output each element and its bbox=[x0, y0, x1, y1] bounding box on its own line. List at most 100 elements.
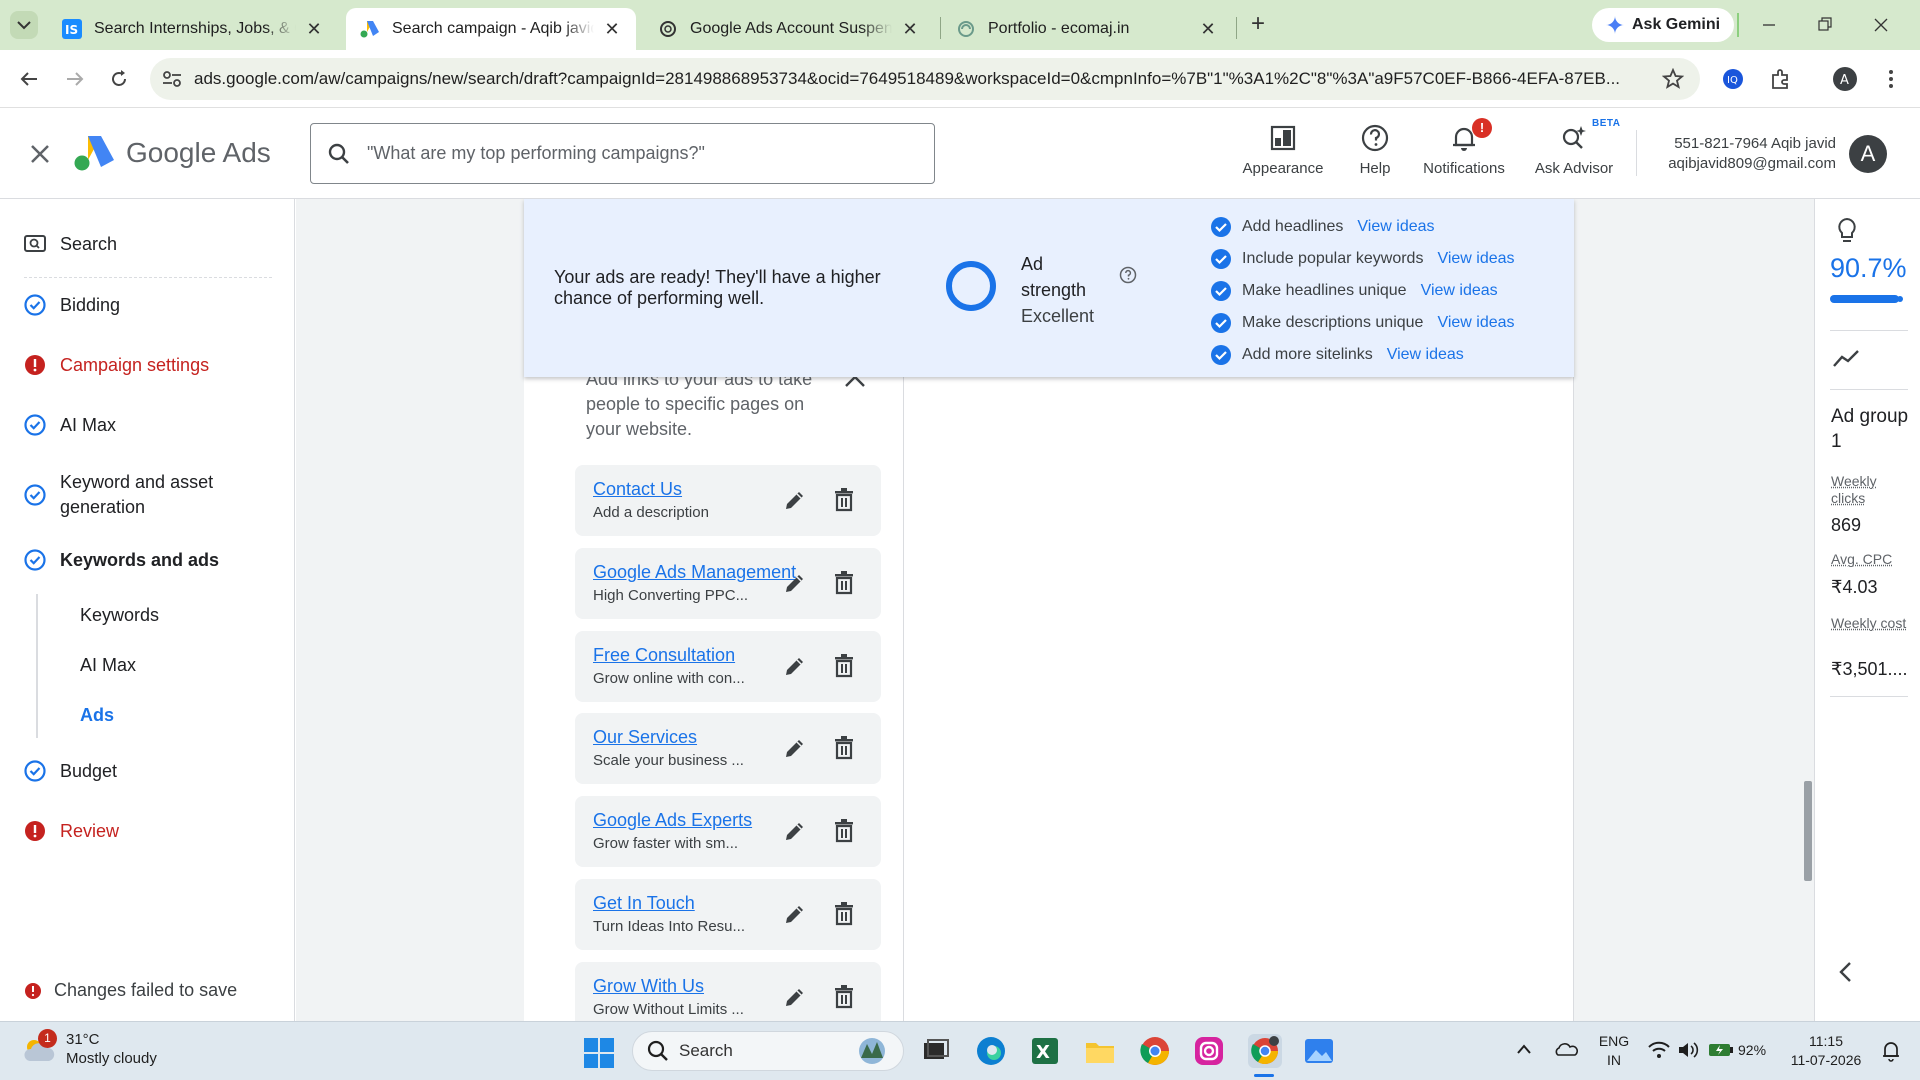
sitelink-card[interactable]: Grow With Us Grow Without Limits ... bbox=[575, 962, 881, 1021]
ask-advisor-button[interactable]: BETA Ask Advisor bbox=[1526, 118, 1622, 177]
avatar[interactable]: A bbox=[1849, 135, 1887, 173]
sitelink-title[interactable]: Contact Us bbox=[593, 479, 682, 500]
nav-item-review[interactable]: Review bbox=[24, 820, 119, 842]
tab-chatgpt[interactable]: Google Ads Account Suspension ✕ bbox=[644, 8, 934, 50]
edit-pencil-icon[interactable] bbox=[783, 736, 807, 760]
close-window-button[interactable] bbox=[1874, 10, 1904, 40]
instagram-icon[interactable] bbox=[1192, 1034, 1226, 1068]
onedrive-cloud-icon[interactable] bbox=[1554, 1041, 1578, 1057]
tab-search-menu-button[interactable] bbox=[10, 11, 38, 39]
sitelink-title[interactable]: Our Services bbox=[593, 727, 697, 748]
sitelink-title[interactable]: Free Consultation bbox=[593, 645, 735, 666]
view-ideas-link[interactable]: View ideas bbox=[1437, 314, 1514, 332]
sitelink-title[interactable]: Get In Touch bbox=[593, 893, 695, 914]
new-tab-button[interactable]: + bbox=[1244, 11, 1272, 39]
edit-pencil-icon[interactable] bbox=[783, 488, 807, 512]
delete-trash-icon[interactable] bbox=[833, 571, 855, 595]
excel-icon[interactable]: X bbox=[1028, 1034, 1062, 1068]
ask-gemini-button[interactable]: Ask Gemini bbox=[1592, 8, 1735, 42]
sitelink-card[interactable]: Google Ads Management High Converting PP… bbox=[575, 548, 881, 619]
nav-subitem-ads[interactable]: Ads bbox=[80, 705, 114, 726]
nav-subitem-keywords[interactable]: Keywords bbox=[80, 605, 159, 626]
close-icon[interactable]: ✕ bbox=[900, 19, 920, 40]
chevron-up-icon[interactable] bbox=[1516, 1043, 1532, 1055]
minimize-button[interactable] bbox=[1762, 10, 1792, 40]
volume-icon[interactable] bbox=[1678, 1041, 1700, 1059]
edit-pencil-icon[interactable] bbox=[783, 902, 807, 926]
edge-icon[interactable] bbox=[974, 1034, 1008, 1068]
battery-icon[interactable] bbox=[1708, 1042, 1734, 1058]
tab-google-ads[interactable]: Search campaign - Aqib javid - Google Ad… bbox=[346, 8, 636, 50]
optimization-score[interactable]: 90.7% bbox=[1830, 253, 1907, 284]
nav-item-ai-max[interactable]: AI Max bbox=[24, 414, 116, 436]
nav-item-campaign-settings[interactable]: Campaign settings bbox=[24, 354, 209, 376]
forward-button[interactable] bbox=[60, 64, 90, 94]
clock[interactable]: 11:15 11-07-2026 bbox=[1784, 1032, 1868, 1070]
lightbulb-icon[interactable] bbox=[1835, 217, 1859, 245]
close-icon[interactable]: ✕ bbox=[602, 19, 622, 40]
chrome-icon[interactable] bbox=[1138, 1034, 1172, 1068]
appearance-button[interactable]: Appearance bbox=[1238, 120, 1328, 177]
bookmark-star-icon[interactable] bbox=[1662, 68, 1684, 90]
nav-item-keywords-and-ads[interactable]: Keywords and ads bbox=[24, 549, 219, 571]
search-input[interactable]: "What are my top performing campaigns?" bbox=[310, 123, 935, 184]
edit-pencil-icon[interactable] bbox=[783, 571, 807, 595]
photos-icon[interactable] bbox=[1302, 1034, 1336, 1068]
nav-item-keyword-asset-generation[interactable]: Keyword and asset generation bbox=[24, 470, 264, 520]
wifi-icon[interactable] bbox=[1648, 1041, 1670, 1059]
delete-trash-icon[interactable] bbox=[833, 902, 855, 926]
edit-pencil-icon[interactable] bbox=[783, 819, 807, 843]
extensions-puzzle-icon[interactable] bbox=[1766, 64, 1796, 94]
edit-pencil-icon[interactable] bbox=[783, 654, 807, 678]
windows-start-icon[interactable] bbox=[584, 1038, 614, 1068]
help-icon[interactable] bbox=[1119, 266, 1137, 284]
address-bar[interactable]: ads.google.com/aw/campaigns/new/search/d… bbox=[150, 58, 1700, 100]
notifications-button[interactable]: ! Notifications bbox=[1414, 118, 1514, 177]
sitelink-title[interactable]: Google Ads Experts bbox=[593, 810, 752, 831]
view-ideas-link[interactable]: View ideas bbox=[1421, 282, 1498, 300]
tab-internshala[interactable]: IS Search Internships, Jobs, & Courses ✕ bbox=[48, 8, 338, 50]
tab-portfolio[interactable]: Portfolio - ecomaj.in ✕ bbox=[942, 8, 1232, 50]
delete-trash-icon[interactable] bbox=[833, 654, 855, 678]
site-info-icon[interactable] bbox=[150, 70, 194, 88]
sitelink-card[interactable]: Google Ads Experts Grow faster with sm..… bbox=[575, 796, 881, 867]
reload-button[interactable] bbox=[104, 64, 134, 94]
profile-avatar[interactable]: A bbox=[1830, 64, 1860, 94]
delete-trash-icon[interactable] bbox=[833, 819, 855, 843]
sitelink-card[interactable]: Our Services Scale your business ... bbox=[575, 713, 881, 784]
language-indicator[interactable]: ENG IN bbox=[1596, 1032, 1632, 1070]
taskbar-search[interactable]: Search bbox=[632, 1031, 904, 1071]
help-button[interactable]: Help bbox=[1340, 120, 1410, 177]
sitelink-card[interactable]: Free Consultation Grow online with con..… bbox=[575, 631, 881, 702]
file-explorer-icon[interactable] bbox=[1083, 1034, 1117, 1068]
extension-icon[interactable]: IQ bbox=[1718, 64, 1748, 94]
view-ideas-link[interactable]: View ideas bbox=[1387, 346, 1464, 364]
sitelink-card[interactable]: Contact Us Add a description bbox=[575, 465, 881, 536]
view-ideas-link[interactable]: View ideas bbox=[1357, 218, 1434, 236]
nav-subitem-ai-max[interactable]: AI Max bbox=[80, 655, 136, 676]
restore-button[interactable] bbox=[1818, 10, 1848, 40]
sitelink-card[interactable]: Get In Touch Turn Ideas Into Resu... bbox=[575, 879, 881, 950]
view-ideas-link[interactable]: View ideas bbox=[1437, 250, 1514, 268]
close-icon[interactable]: ✕ bbox=[304, 19, 324, 40]
delete-trash-icon[interactable] bbox=[833, 488, 855, 512]
sitelink-title[interactable]: Grow With Us bbox=[593, 976, 704, 997]
close-icon[interactable] bbox=[26, 140, 54, 168]
nav-item-bidding[interactable]: Bidding bbox=[24, 294, 120, 316]
back-button[interactable] bbox=[14, 64, 44, 94]
notification-bell-icon[interactable] bbox=[1882, 1040, 1900, 1062]
browser-menu-icon[interactable] bbox=[1876, 64, 1906, 94]
nav-item-search[interactable]: Search bbox=[24, 233, 117, 255]
delete-trash-icon[interactable] bbox=[833, 736, 855, 760]
scrollbar-thumb[interactable] bbox=[1804, 781, 1812, 881]
close-icon[interactable]: ✕ bbox=[1198, 19, 1218, 40]
account-info[interactable]: 551-821-7964 Aqib javid aqibjavid809@gma… bbox=[1656, 134, 1836, 174]
task-view-icon[interactable] bbox=[918, 1034, 952, 1068]
trend-chart-icon[interactable] bbox=[1832, 348, 1860, 368]
edit-pencil-icon[interactable] bbox=[783, 985, 807, 1009]
chrome-profile-icon[interactable] bbox=[1248, 1034, 1282, 1068]
delete-trash-icon[interactable] bbox=[833, 985, 855, 1009]
nav-item-budget[interactable]: Budget bbox=[24, 760, 117, 782]
sitelink-title[interactable]: Google Ads Management bbox=[593, 562, 796, 583]
chevron-left-icon[interactable] bbox=[1837, 961, 1853, 983]
